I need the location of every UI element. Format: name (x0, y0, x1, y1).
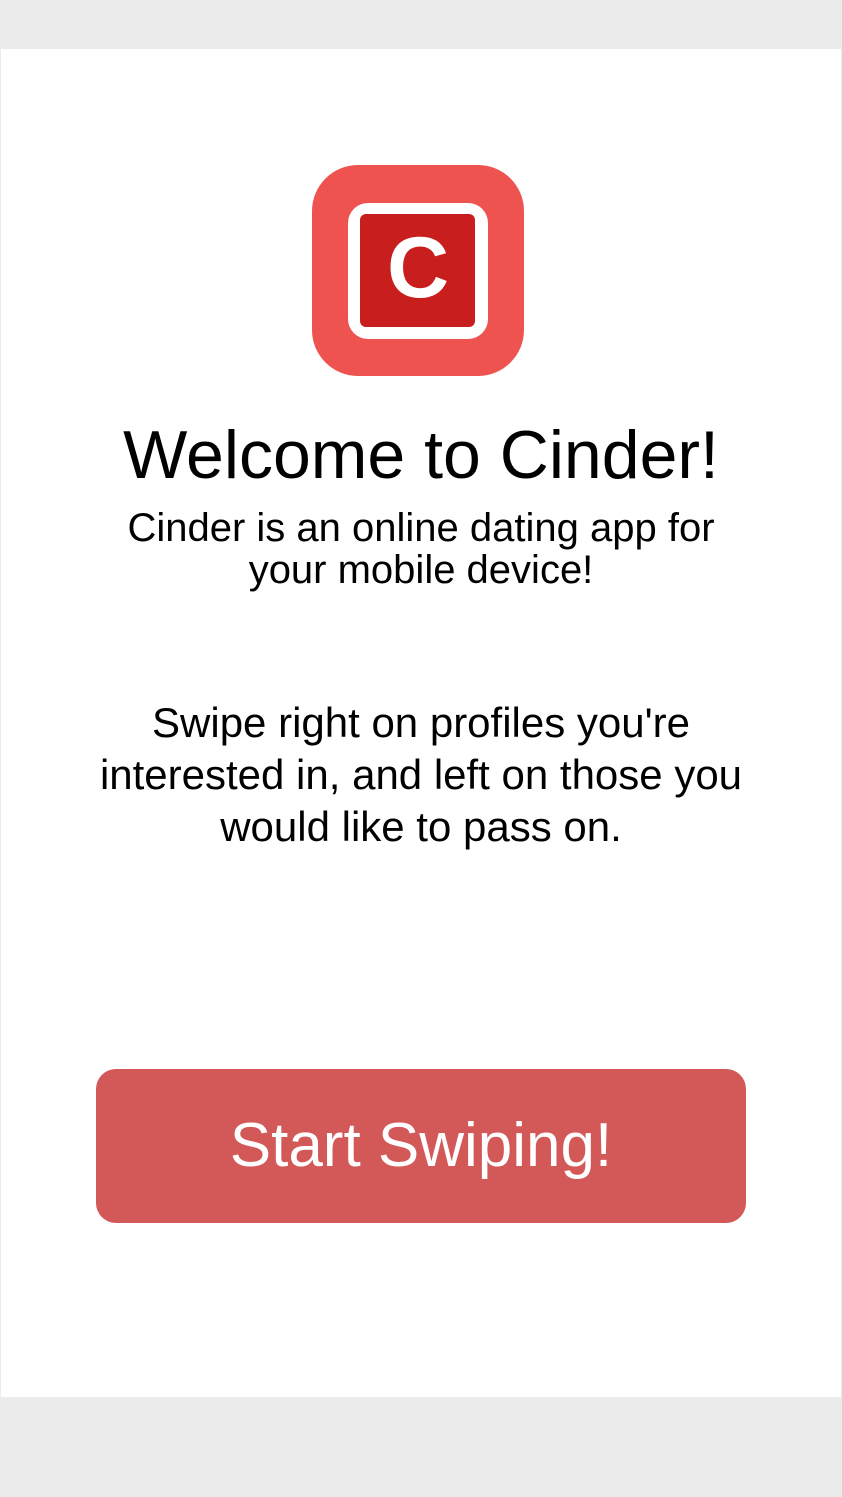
welcome-subtitle: Cinder is an online dating app for your … (127, 506, 715, 592)
start-swiping-button[interactable]: Start Swiping! (96, 1069, 746, 1223)
logo-svg: C (348, 203, 488, 339)
welcome-title: Welcome to Cinder! (123, 417, 719, 493)
swipe-instructions: Swipe right on profiles you're intereste… (99, 699, 743, 850)
app-logo-icon: C (312, 165, 524, 376)
logo-letter: C (387, 220, 449, 316)
welcome-screen: C Welcome to Cinder! Cinder is an online… (1, 49, 841, 1397)
